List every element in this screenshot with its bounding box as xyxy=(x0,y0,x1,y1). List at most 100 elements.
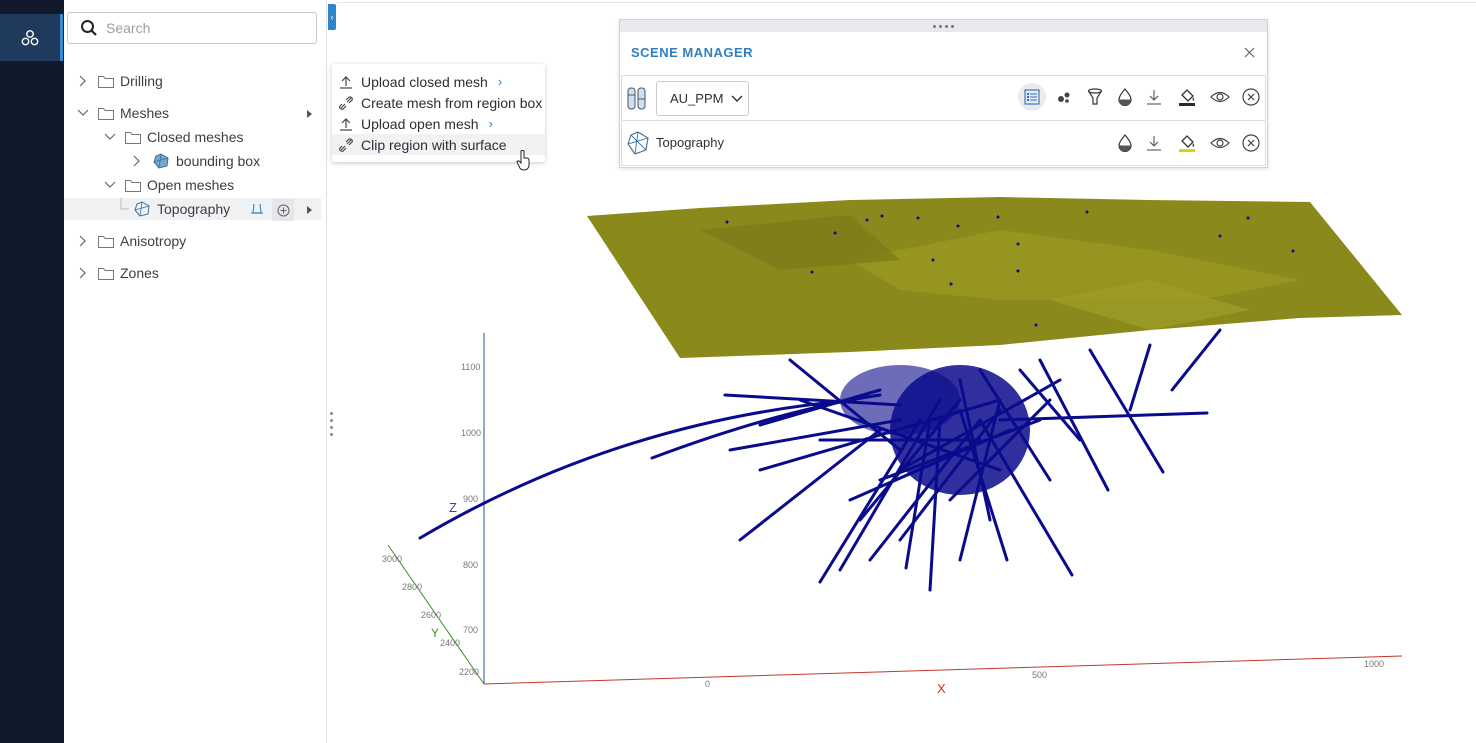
tree-label: Anisotropy xyxy=(120,233,187,249)
chevron-right-icon[interactable] xyxy=(130,155,144,167)
tree-guide-line xyxy=(64,198,133,220)
chevron-right-icon[interactable] xyxy=(76,75,90,87)
fill-color-button[interactable] xyxy=(1173,83,1201,111)
eye-icon xyxy=(1210,91,1230,103)
tree-label: bounding box xyxy=(176,153,261,169)
x-axis-label: X xyxy=(937,681,946,696)
tree-item-anisotropy[interactable]: Anisotropy xyxy=(76,230,186,252)
drillhole-traces xyxy=(418,328,1222,592)
open-mesh-icon xyxy=(133,201,151,217)
tree-item-closed-meshes[interactable]: Closed meshes xyxy=(103,126,244,148)
chevron-right-icon[interactable] xyxy=(76,267,90,279)
cubes-icon xyxy=(21,29,39,45)
chevron-down-icon xyxy=(731,95,743,102)
chevron-right-icon: › xyxy=(497,74,503,89)
drillholes-icon xyxy=(626,85,648,114)
folder-icon xyxy=(98,235,114,248)
panel-drag-handle[interactable] xyxy=(620,20,1267,32)
search-input[interactable] xyxy=(104,19,308,37)
tree-label: Topography xyxy=(157,201,231,217)
chevron-down-icon[interactable] xyxy=(103,133,117,141)
menu-item-label: Create mesh from region box xyxy=(361,94,543,111)
menu-item-upload-open-mesh[interactable]: Upload open mesh › xyxy=(332,113,545,134)
filter-button[interactable] xyxy=(1081,83,1109,111)
close-circle-icon xyxy=(1242,88,1260,106)
visibility-button[interactable] xyxy=(1206,83,1234,111)
menu-item-label: Upload closed mesh xyxy=(361,73,488,90)
x-tick: 0 xyxy=(705,679,710,689)
visibility-button[interactable] xyxy=(1206,129,1234,157)
scene-layer-topography: Topography xyxy=(621,120,1266,166)
link-icon xyxy=(337,95,355,110)
remove-layer-button[interactable] xyxy=(1237,129,1265,157)
chevron-down-icon[interactable] xyxy=(76,109,90,117)
download-button[interactable] xyxy=(1140,83,1168,111)
scene-layer-drillholes: AU_PPM xyxy=(621,75,1266,121)
fill-color-button[interactable] xyxy=(1173,129,1201,157)
opacity-button[interactable] xyxy=(1111,83,1139,111)
project-button[interactable] xyxy=(0,14,63,61)
points-button[interactable] xyxy=(1050,83,1078,111)
plus-circle-icon xyxy=(277,204,289,216)
collapse-sidebar-button[interactable]: ‹ xyxy=(328,4,336,30)
drop-icon xyxy=(1118,134,1132,152)
legend-button[interactable] xyxy=(1018,83,1046,111)
folder-icon xyxy=(98,75,114,88)
x-tick: 500 xyxy=(1032,670,1047,680)
search-icon xyxy=(80,19,98,37)
chevron-down-icon[interactable] xyxy=(103,181,117,189)
chevron-right-icon[interactable] xyxy=(76,235,90,247)
chevron-left-icon: ‹ xyxy=(330,12,334,22)
eye-icon xyxy=(1210,137,1230,149)
z-tick: 800 xyxy=(463,560,478,570)
tree-label: Meshes xyxy=(120,105,170,121)
z-tick: 1100 xyxy=(461,362,480,372)
menu-item-create-mesh-from-region-box[interactable]: Create mesh from region box xyxy=(332,92,545,113)
search-box xyxy=(67,12,317,44)
clip-icon[interactable] xyxy=(250,202,264,219)
tree-item-drilling[interactable]: Drilling xyxy=(76,70,163,92)
tree-item-open-meshes[interactable]: Open meshes xyxy=(103,174,234,196)
download-icon xyxy=(1147,136,1161,151)
resize-handle[interactable] xyxy=(330,412,334,440)
tree-item-meshes[interactable]: Meshes xyxy=(76,102,321,124)
panel-title: SCENE MANAGER xyxy=(631,45,754,60)
z-axis-label: Z xyxy=(449,500,457,515)
folder-icon xyxy=(125,131,141,144)
link-icon xyxy=(337,137,355,152)
y-tick: 2200 xyxy=(459,667,479,677)
download-button[interactable] xyxy=(1140,129,1168,157)
add-to-scene-button[interactable] xyxy=(272,199,294,221)
drop-icon xyxy=(1118,88,1132,106)
folder-icon xyxy=(98,267,114,280)
menu-item-upload-closed-mesh[interactable]: Upload closed mesh › xyxy=(332,71,545,92)
app-rail xyxy=(0,0,64,743)
y-tick: 2400 xyxy=(440,638,460,648)
remove-layer-button[interactable] xyxy=(1237,83,1265,111)
attribute-select[interactable]: AU_PPM xyxy=(656,81,749,116)
paint-bucket-icon xyxy=(1179,89,1195,106)
y-tick: 2600 xyxy=(421,610,441,620)
filter-icon xyxy=(1087,88,1103,105)
tree-label: Closed meshes xyxy=(147,129,244,145)
tree-label: Open meshes xyxy=(147,177,235,193)
hand-cursor-icon xyxy=(516,150,530,171)
close-icon[interactable] xyxy=(1244,45,1255,61)
scatter-icon xyxy=(1058,92,1070,103)
y-tick: 2800 xyxy=(402,582,422,592)
expand-menu-icon[interactable] xyxy=(307,206,312,214)
tree-item-bounding-box[interactable]: bounding box xyxy=(130,150,260,172)
menu-item-label: Clip region with surface xyxy=(361,136,507,153)
x-axis xyxy=(483,655,1403,685)
project-tree-panel: Drilling Meshes Closed meshes bounding b… xyxy=(64,0,327,743)
menu-item-label: Upload open mesh xyxy=(361,115,479,132)
expand-menu-icon[interactable] xyxy=(307,110,312,118)
tree-item-zones[interactable]: Zones xyxy=(76,262,159,284)
attribute-value: AU_PPM xyxy=(670,91,724,106)
x-tick: 1000 xyxy=(1364,659,1384,669)
closed-mesh-icon xyxy=(152,153,170,169)
menu-item-clip-region-with-surface[interactable]: Clip region with surface xyxy=(332,134,545,155)
tree-label: Zones xyxy=(120,265,159,281)
opacity-button[interactable] xyxy=(1111,129,1139,157)
z-tick: 1000 xyxy=(461,428,481,438)
